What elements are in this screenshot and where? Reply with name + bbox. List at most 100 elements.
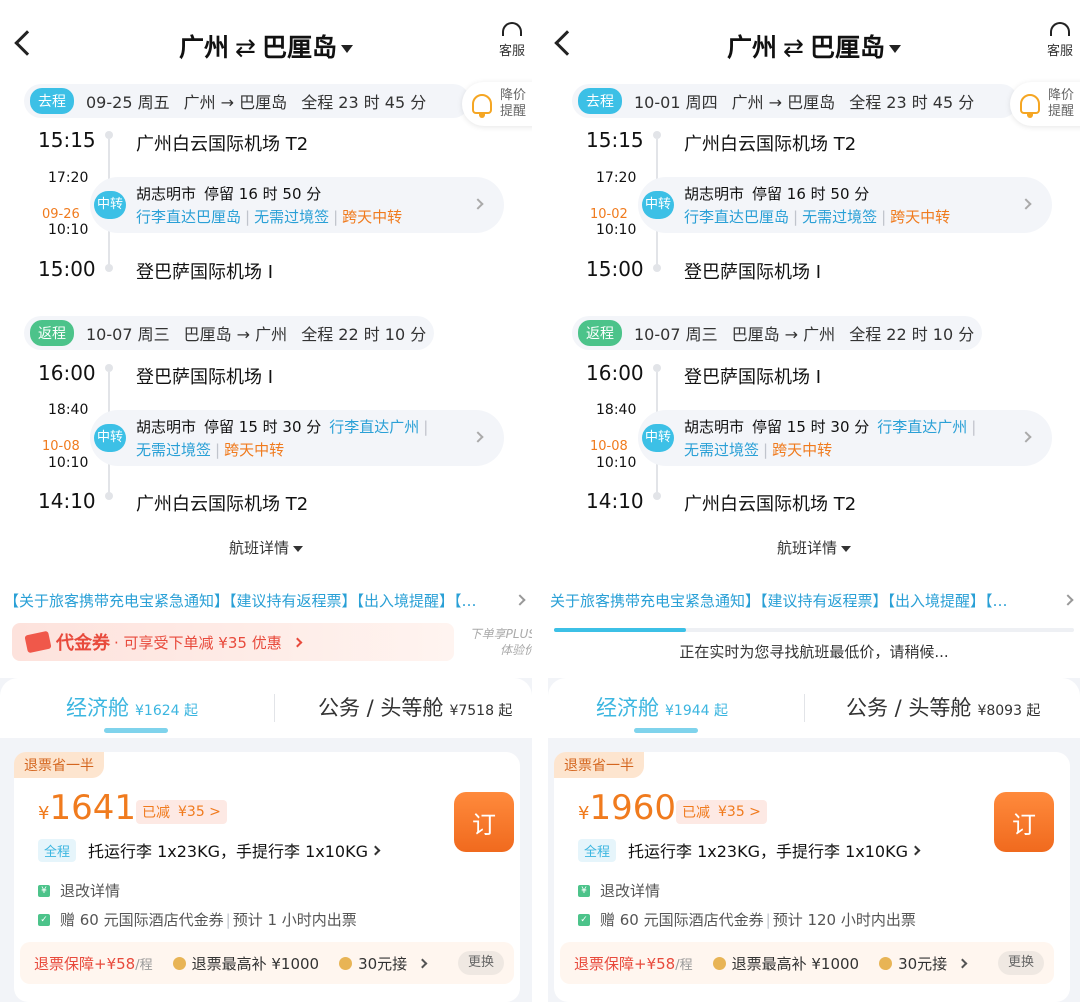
outbound-transfer-dep: 10:10	[596, 222, 637, 238]
timeline-dot	[105, 364, 113, 372]
swap-icon: ⇄	[783, 33, 804, 62]
baggage-text: 托运行李 1x23KG，手提行李 1x10KG	[628, 842, 908, 861]
transfer-note: 无需过境签	[136, 441, 212, 459]
refund-tag: 退票省一半	[14, 752, 104, 778]
inbound-arr-airport: 广州白云国际机场 T2	[684, 494, 857, 515]
tab-economy[interactable]: 经济舱 ¥1944 起	[596, 692, 728, 722]
service-button[interactable]: 客服	[492, 22, 532, 59]
transfer-stay: 停留 16 时 50 分	[204, 185, 322, 203]
chevron-right-icon	[1020, 198, 1032, 210]
transfer-note: 跨天中转	[342, 208, 403, 226]
inbound-route: 巴厘岛 → 广州	[731, 325, 836, 344]
refund-protection-row[interactable]: 退票保障+¥58/程 退票最高补 ¥1000 30元接 更换	[560, 942, 1054, 984]
inbound-transfer-arr: 18:40	[596, 402, 637, 418]
header: 广州 ⇄ 巴厘岛 客服	[0, 0, 532, 86]
swap-button[interactable]: 更换	[997, 951, 1044, 975]
service-button[interactable]: 客服	[1040, 22, 1080, 59]
change-info-row[interactable]: ¥ 退改详情	[578, 880, 660, 901]
dropdown-icon	[340, 45, 353, 53]
price-alert-button[interactable]: 降价提醒	[1010, 82, 1080, 126]
outbound-transfer-card[interactable]: 中转 胡志明市 停留 16 时 50 分 行李直达巴厘岛 | 无需过境签 | 跨天中转	[638, 177, 1052, 233]
coin-icon	[339, 956, 353, 970]
tab-business[interactable]: 公务 / 头等舱 ¥7518 起	[318, 692, 512, 722]
discount-badge[interactable]: 已减 ¥35 >	[676, 800, 767, 824]
refund-protection-row[interactable]: 退票保障+¥58/程 退票最高补 ¥1000 30元接 更换	[20, 942, 514, 984]
inbound-summary: 返程 10-07 周三 巴厘岛 → 广州 全程 22 时 10 分	[572, 316, 982, 350]
inbound-transfer-card[interactable]: 中转 胡志明市 停留 15 时 30 分行李直达广州 | 无需过境签 | 跨天中转	[638, 410, 1052, 466]
baggage-row[interactable]: 全程 托运行李 1x23KG，手提行李 1x10KG	[38, 838, 381, 862]
left-screen: 广州 ⇄ 巴厘岛 客服 去程 09-25 周五 广州 → 巴厘岛 全程 23 时 45 …	[0, 0, 532, 1002]
chevron-right-icon	[957, 958, 968, 968]
discount-amount: ¥35 >	[178, 804, 221, 820]
economy-price: ¥1624 起	[135, 703, 198, 719]
currency: ¥	[578, 803, 590, 824]
notice-ticker[interactable]: 关于旅客携带充电宝紧急通知】【建议持有返程票】【出入境提醒】【…	[550, 590, 1074, 611]
outbound-summary: 去程 10-01 周四 广州 → 巴厘岛 全程 23 时 45 分	[572, 84, 1018, 118]
inbound-arr-time: 14:10	[586, 489, 644, 513]
from-city: 广州	[179, 33, 230, 62]
flight-details-label: 航班详情	[228, 539, 289, 557]
timeline-dot	[105, 264, 113, 272]
outbound-route: 广州 → 巴厘岛	[183, 93, 288, 112]
issue-info: 预计 1 小时内出票	[232, 911, 357, 929]
fare-area: 经济舱 ¥1944 起 公务 / 头等舱 ¥8093 起 退票省一半 ¥1960 已…	[548, 678, 1080, 1002]
baggage-text: 托运行李 1x23KG，手提行李 1x10KG	[88, 842, 368, 861]
currency: ¥	[38, 803, 50, 824]
discount-badge[interactable]: 已减 ¥35 >	[136, 800, 227, 824]
coupon-banner[interactable]: 代金券 · 可享受下单减 ¥35 优惠	[12, 623, 454, 661]
price-alert-button[interactable]: 降价提醒	[462, 82, 532, 126]
inbound-dep-time: 16:00	[38, 361, 96, 385]
fare-price: ¥1960	[578, 788, 676, 828]
ticket-icon	[24, 630, 52, 654]
gift-info: 赠 60 元国际酒店代金券	[60, 911, 224, 929]
protect-label: 退票保障+¥58	[574, 954, 676, 973]
timeline-dot	[653, 492, 661, 500]
route-title[interactable]: 广州 ⇄ 巴厘岛	[548, 28, 1080, 64]
book-button[interactable]: 订	[454, 792, 514, 852]
inbound-transfer-card[interactable]: 中转 胡志明市 停留 15 时 30 分行李直达广州 | 无需过境签 | 跨天中转	[90, 410, 504, 466]
tab-business[interactable]: 公务 / 头等舱 ¥8093 起	[846, 692, 1040, 722]
price-value: 1960	[589, 788, 676, 828]
tab-economy[interactable]: 经济舱 ¥1624 起	[66, 692, 198, 722]
economy-label: 经济舱	[66, 696, 129, 720]
route-title[interactable]: 广州 ⇄ 巴厘岛	[0, 28, 532, 64]
swap-button[interactable]: 更换	[457, 951, 504, 975]
chevron-right-icon	[292, 637, 303, 647]
coin-icon	[172, 956, 186, 970]
timeline-dot	[105, 492, 113, 500]
chevron-right-icon	[910, 845, 921, 855]
change-info-row[interactable]: ¥ 退改详情	[38, 880, 120, 901]
baggage-row[interactable]: 全程 托运行李 1x23KG，手提行李 1x10KG	[578, 838, 921, 862]
tab-divider	[804, 694, 805, 722]
protect-unit: /程	[135, 957, 153, 973]
inbound-transfer-dep: 10:10	[596, 455, 637, 471]
inbound-arr-airport: 广州白云国际机场 T2	[136, 494, 309, 515]
fare-card: 退票省一半 ¥1641 已减 ¥35 > 订 全程 托运行李 1x23KG，手提行李…	[14, 752, 520, 1002]
transfer-stay: 停留 15 时 30 分	[752, 418, 870, 436]
outbound-dep-airport: 广州白云国际机场 T2	[684, 134, 857, 155]
to-city: 巴厘岛	[809, 33, 885, 62]
chevron-down-icon	[841, 545, 851, 552]
outbound-transfer-card[interactable]: 中转 胡志明市 停留 16 时 50 分 行李直达巴厘岛 | 无需过境签 | 跨天中转	[90, 177, 504, 233]
outbound-tag: 去程	[30, 88, 74, 114]
plus-badge: 下单享PLUS体验价	[469, 627, 532, 657]
outbound-arr-time: 15:00	[38, 257, 96, 281]
change-info: 退改详情	[60, 882, 121, 900]
flight-details-toggle[interactable]: 航班详情	[0, 537, 532, 558]
outbound-transfer-dep: 10:10	[48, 222, 89, 238]
business-price: ¥7518 起	[449, 703, 513, 719]
outbound-date: 10-01 周四	[634, 93, 718, 112]
tab-divider	[274, 694, 275, 722]
pickup-offer: 30元接	[898, 954, 948, 973]
loading-text: 正在实时为您寻找航班最低价，请稍候...	[679, 643, 949, 661]
inbound-tag: 返程	[578, 320, 622, 346]
notice-ticker[interactable]: 【关于旅客携带充电宝紧急通知】【建议持有返程票】【出入境提醒】【…	[4, 590, 528, 611]
book-button[interactable]: 订	[994, 792, 1054, 852]
inbound-dep-airport: 登巴萨国际机场 I	[136, 367, 274, 388]
outbound-dep-airport: 广州白云国际机场 T2	[136, 134, 309, 155]
refund-tag: 退票省一半	[554, 752, 644, 778]
inbound-transfer-date: 10-08	[42, 439, 80, 454]
flight-details-toggle[interactable]: 航班详情	[548, 537, 1080, 558]
swap-icon: ⇄	[235, 33, 256, 62]
transfer-badge: 中转	[94, 191, 126, 219]
